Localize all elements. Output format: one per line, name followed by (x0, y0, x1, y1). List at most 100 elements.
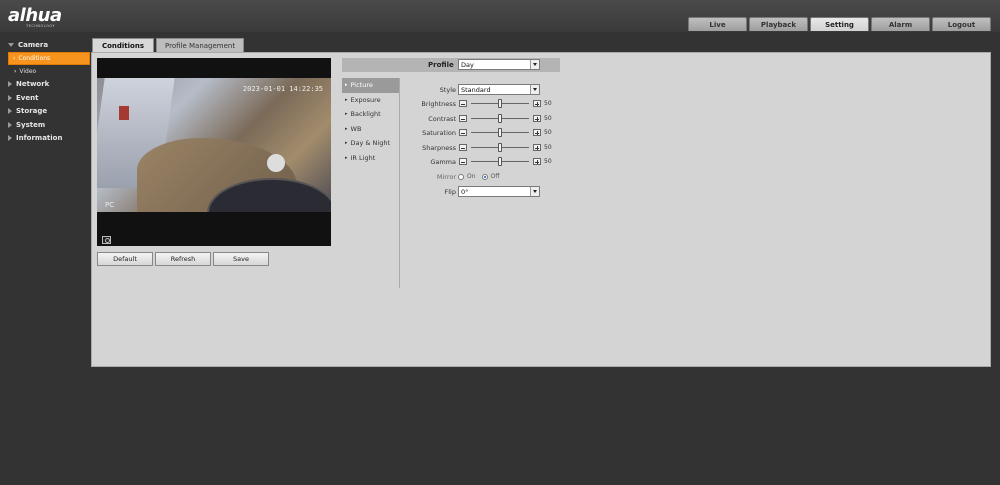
mirror-off-label: Off (490, 173, 500, 180)
submenu-item-ir-light[interactable]: ▸ IR Light (342, 151, 399, 166)
tab-conditions[interactable]: Conditions (92, 38, 154, 52)
sidebar-item-label: Network (16, 80, 50, 89)
flip-select-value: 0° (461, 187, 469, 196)
video-frame (97, 78, 331, 212)
header-bar: alhua TECHNOLOGY Live Playback Setting A… (0, 0, 1000, 32)
submenu-item-day-night[interactable]: ▸ Day & Night (342, 136, 399, 151)
decrease-icon[interactable] (459, 115, 467, 122)
sharpness-label: Sharpness (422, 143, 456, 152)
increase-icon[interactable] (533, 115, 541, 122)
sidebar-item-label: Conditions (18, 54, 51, 62)
action-buttons: Default Refresh Save (97, 252, 269, 266)
style-select-value: Standard (461, 85, 491, 94)
saturation-value: 50 (544, 129, 552, 136)
expand-right-icon (8, 135, 12, 142)
sidebar-item-event[interactable]: Event (0, 91, 91, 105)
save-button[interactable]: Save (213, 252, 269, 266)
contrast-label: Contrast (428, 114, 456, 123)
contrast-value: 50 (544, 115, 552, 122)
sidebar-item-conditions[interactable]: › Conditions (8, 51, 90, 65)
sidebar-item-label: Storage (16, 107, 48, 116)
sidebar: Camera › Conditions › Video Network Even… (0, 38, 91, 145)
profile-select-value: Day (461, 60, 474, 69)
sidebar-item-label: Camera (18, 40, 49, 49)
slider-thumb[interactable] (498, 143, 502, 152)
mirror-on-radio[interactable] (458, 173, 464, 180)
saturation-slider[interactable]: 50 (459, 128, 552, 137)
brightness-row: Brightness (408, 98, 456, 109)
saturation-label: Saturation (422, 128, 456, 137)
gamma-slider[interactable]: 50 (459, 157, 552, 166)
decrease-icon[interactable] (459, 158, 467, 165)
submenu-item-backlight[interactable]: ▸ Backlight (342, 107, 399, 122)
slider-thumb[interactable] (498, 128, 502, 137)
sidebar-item-storage[interactable]: Storage (0, 105, 91, 119)
snapshot-icon[interactable] (102, 236, 111, 244)
nav-playback-button[interactable]: Playback (749, 17, 808, 31)
chevron-right-icon: › (13, 54, 16, 62)
sidebar-item-video[interactable]: › Video (0, 65, 91, 78)
sidebar-item-information[interactable]: Information (0, 132, 91, 146)
submenu-item-label: Picture (350, 81, 373, 90)
slider-track[interactable] (471, 99, 529, 108)
sidebar-item-label: System (16, 120, 46, 129)
slider-thumb[interactable] (498, 114, 502, 123)
brightness-slider[interactable]: 50 (459, 99, 552, 108)
increase-icon[interactable] (533, 100, 541, 107)
decrease-icon[interactable] (459, 129, 467, 136)
tab-profile-management[interactable]: Profile Management (156, 38, 245, 52)
slider-track[interactable] (471, 128, 529, 137)
dropdown-arrow-icon (530, 187, 539, 196)
contrast-slider[interactable]: 50 (459, 114, 552, 123)
gamma-value: 50 (544, 158, 552, 165)
mirror-options: On Off (458, 173, 499, 180)
nav-setting-button[interactable]: Setting (810, 17, 869, 31)
expand-right-icon (8, 94, 12, 101)
slider-track[interactable] (471, 143, 529, 152)
increase-icon[interactable] (533, 158, 541, 165)
nav-alarm-button[interactable]: Alarm (871, 17, 930, 31)
sidebar-item-camera[interactable]: Camera (0, 38, 91, 52)
increase-icon[interactable] (533, 144, 541, 151)
sidebar-item-system[interactable]: System (0, 118, 91, 132)
decrease-icon[interactable] (459, 144, 467, 151)
live-video-preview: 2023-01-01 14:22:35 PC (97, 58, 331, 246)
osd-timestamp: 2023-01-01 14:22:35 (242, 85, 323, 93)
submenu-item-wb[interactable]: ▸ WB (342, 122, 399, 137)
dropdown-arrow-icon (530, 85, 539, 94)
flip-row: Flip (408, 186, 456, 197)
gamma-row: Gamma (408, 156, 456, 167)
slider-track[interactable] (471, 114, 529, 123)
submenu-item-picture[interactable]: ▸ Picture (342, 78, 399, 93)
submenu-item-label: IR Light (350, 153, 376, 162)
expand-right-icon (8, 108, 12, 115)
bullet-icon: ▸ (345, 125, 348, 132)
mirror-off-radio[interactable] (481, 173, 488, 180)
slider-thumb[interactable] (498, 157, 502, 166)
default-button[interactable]: Default (97, 252, 153, 266)
slider-thumb[interactable] (498, 99, 502, 108)
flip-select[interactable]: 0° (458, 186, 540, 197)
slider-track[interactable] (471, 157, 529, 166)
tab-bar: Conditions Profile Management (92, 38, 245, 52)
submenu-item-label: Day & Night (350, 139, 391, 148)
nav-live-button[interactable]: Live (688, 17, 747, 31)
nav-logout-button[interactable]: Logout (932, 17, 991, 31)
bullet-icon: ▸ (345, 140, 348, 147)
sidebar-item-label: Information (16, 134, 63, 143)
settings-panel: 2023-01-01 14:22:35 PC Default Refresh S… (91, 52, 991, 367)
decrease-icon[interactable] (459, 100, 467, 107)
profile-select[interactable]: Day (458, 59, 540, 70)
bullet-icon: ▸ (345, 96, 348, 103)
osd-channel-name: PC (105, 201, 115, 209)
brightness-label: Brightness (421, 99, 456, 108)
increase-icon[interactable] (533, 129, 541, 136)
sharpness-slider[interactable]: 50 (459, 143, 552, 152)
sidebar-item-label: Video (19, 67, 37, 75)
refresh-button[interactable]: Refresh (155, 252, 211, 266)
sidebar-item-network[interactable]: Network (0, 78, 91, 92)
style-select[interactable]: Standard (458, 84, 540, 95)
gamma-label: Gamma (430, 157, 456, 166)
submenu-item-exposure[interactable]: ▸ Exposure (342, 93, 399, 108)
submenu-item-label: WB (350, 124, 362, 133)
